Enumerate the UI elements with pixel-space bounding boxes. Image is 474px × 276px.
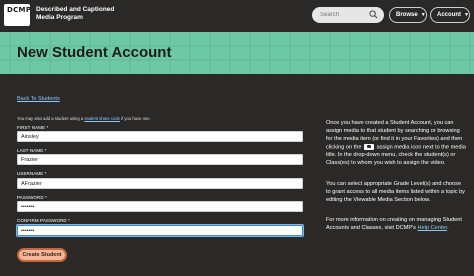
intro-text: You may also add a student using a stude…	[17, 116, 151, 121]
page-title: New Student Account	[17, 44, 172, 61]
password-field[interactable]: •••••••	[17, 201, 303, 212]
brand-line-2: Media Program	[36, 14, 83, 21]
first-name-label: FIRST NAME *	[17, 125, 49, 130]
top-bar: DCMP Described and Captioned Media Progr…	[0, 0, 474, 32]
info-paragraph-grade: You can select appropriate Grade Level(s…	[326, 181, 465, 203]
logo-text: DCMP	[7, 6, 32, 14]
assign-media-icon	[364, 143, 375, 150]
browse-button[interactable]: Browse ▼	[389, 7, 427, 23]
account-button[interactable]: Account ▼	[430, 7, 470, 23]
chevron-down-icon: ▼	[464, 12, 469, 18]
brand-line-1: Described and Captioned	[36, 6, 115, 13]
create-student-button[interactable]: Create Student	[17, 248, 67, 262]
search-input[interactable]	[320, 9, 372, 21]
info-paragraph-help: For more information on creating on mana…	[326, 217, 466, 233]
first-name-field[interactable]: Ainsley	[17, 131, 303, 142]
info-paragraph-assign: Once you have created a Student Account,…	[326, 120, 466, 168]
search-icon[interactable]	[369, 10, 378, 19]
chevron-down-icon: ▼	[420, 12, 426, 18]
dcmp-logo[interactable]: DCMP	[4, 4, 32, 26]
info-p3-after: .	[447, 224, 449, 231]
back-to-students-link[interactable]: Back To Students	[17, 96, 60, 102]
brand-name[interactable]: Described and Captioned Media Program	[36, 6, 114, 22]
password-label: PASSWORD *	[17, 195, 47, 200]
username-field[interactable]: AFrazier	[17, 178, 303, 189]
account-label: Account	[437, 12, 461, 18]
intro-before: You may also add a student using a	[17, 116, 85, 121]
last-name-field[interactable]: Frazier	[17, 154, 303, 165]
browse-label: Browse	[396, 12, 418, 18]
confirm-password-field[interactable]: •••••••	[17, 225, 303, 236]
student-share-code-link[interactable]: student share code	[84, 116, 120, 121]
intro-after: if you have one.	[119, 116, 151, 121]
username-label: USERNAME *	[17, 171, 47, 176]
confirm-password-label: CONFIRM PASSWORD *	[17, 218, 70, 223]
help-center-link[interactable]: Help Center	[418, 225, 448, 231]
search-box	[312, 7, 384, 23]
last-name-label: LAST NAME *	[17, 148, 47, 153]
page-hero: New Student Account	[0, 32, 474, 74]
